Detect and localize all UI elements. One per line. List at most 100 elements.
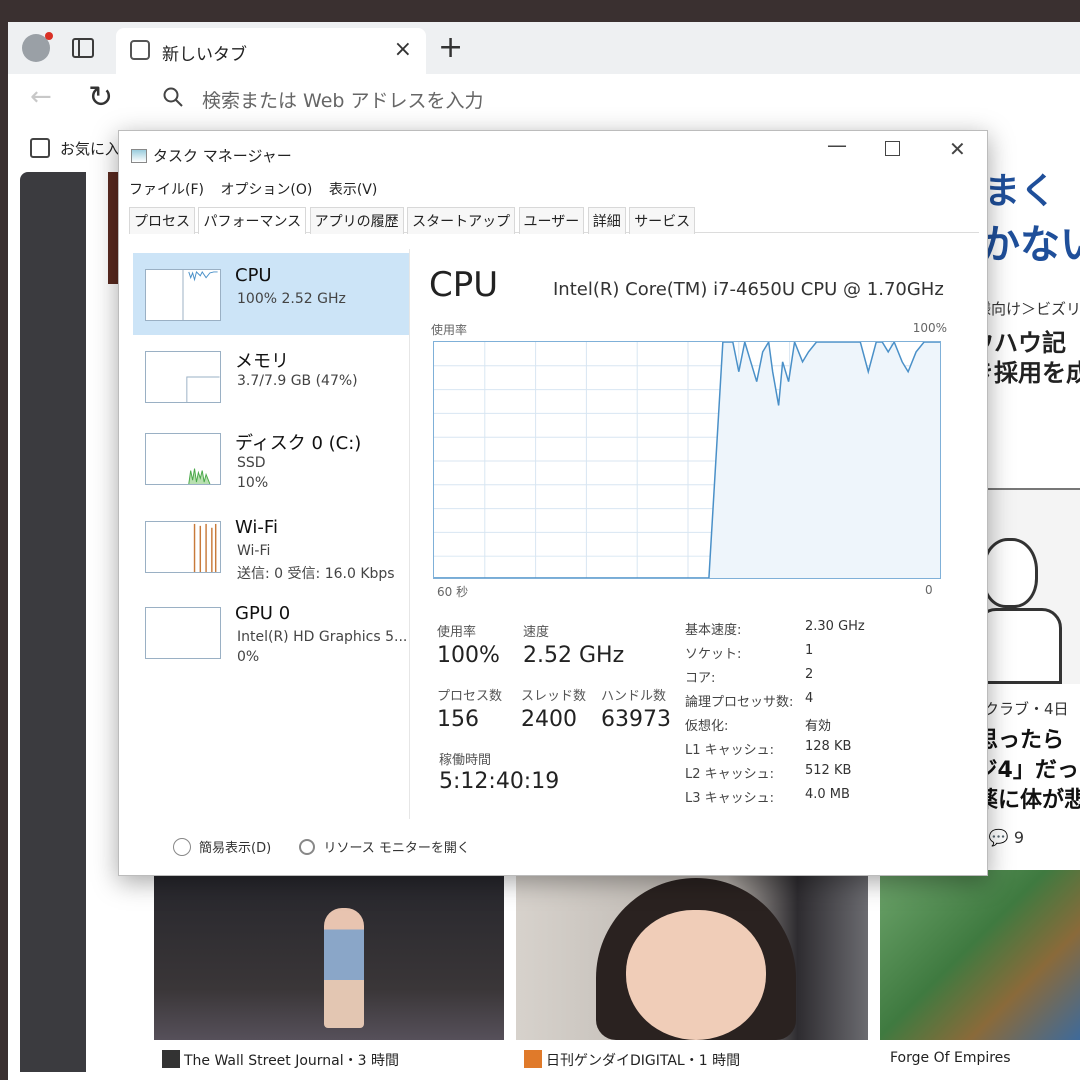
tab-strip: プロセス パフォーマンス アプリの履歴 スタートアップ ユーザー 詳細 サービス bbox=[129, 207, 979, 234]
sidebar-item-detail: SSD bbox=[237, 455, 266, 471]
cpu-model: Intel(R) Core(TM) i7-4650U CPU @ 1.70GHz bbox=[553, 279, 944, 300]
portrait-face bbox=[626, 910, 766, 1040]
tab-details[interactable]: 詳細 bbox=[587, 207, 626, 234]
headline-fragment-1[interactable]: まく bbox=[984, 162, 1056, 214]
usage-label: 使用率 bbox=[437, 625, 477, 640]
window-title: タスク マネージャー bbox=[131, 145, 292, 166]
spec-value: 4 bbox=[805, 691, 814, 706]
task-manager-icon bbox=[131, 149, 147, 163]
new-tab-button[interactable]: + bbox=[438, 30, 463, 65]
gpu-mini-graph bbox=[145, 607, 221, 659]
sidebar-item-name: Wi-Fi bbox=[235, 517, 278, 538]
tab-startup[interactable]: スタートアップ bbox=[407, 207, 516, 234]
news-card-image bbox=[154, 870, 504, 1040]
article-breadcrumb: 様向け＞ビズリ bbox=[976, 300, 1080, 318]
sidebar-divider bbox=[409, 249, 410, 819]
sidebar-item-gpu[interactable]: GPU 0 Intel(R) HD Graphics 5... 0% bbox=[133, 591, 409, 673]
performer-figure bbox=[324, 908, 364, 1028]
sidebar-item-cpu[interactable]: CPU 100% 2.52 GHz bbox=[133, 253, 409, 335]
news-card-source: The Wall Street Journal・3 時間 bbox=[184, 1053, 400, 1069]
search-icon bbox=[163, 87, 183, 107]
spec-key: 仮想化: bbox=[685, 719, 729, 734]
tab-users[interactable]: ユーザー bbox=[518, 207, 585, 234]
spec-key: L3 キャッシュ: bbox=[685, 791, 775, 806]
comic-face bbox=[982, 538, 1038, 608]
process-count-label: プロセス数 bbox=[437, 689, 503, 704]
tab-performance[interactable]: パフォーマンス bbox=[198, 207, 307, 234]
news-card[interactable]: The Wall Street Journal・3 時間 bbox=[154, 870, 504, 1078]
tab-processes[interactable]: プロセス bbox=[129, 207, 195, 234]
sidebar-item-detail: Intel(R) HD Graphics 5... bbox=[237, 629, 408, 645]
news-card-image bbox=[880, 870, 1080, 1040]
sidebar-item-name: CPU bbox=[235, 265, 272, 286]
spec-value: 1 bbox=[805, 643, 814, 658]
back-arrow-icon[interactable]: ← bbox=[30, 82, 52, 112]
graph-label-duration: 60 秒 bbox=[437, 585, 469, 599]
sidebar-item-detail: 3.7/7.9 GB (47%) bbox=[237, 373, 358, 389]
news-card[interactable]: 日刊ゲンダイDIGITAL・1 時間 bbox=[516, 870, 868, 1078]
headline-fragment-2[interactable]: かない bbox=[980, 212, 1080, 270]
sidebar-item-detail: Wi-Fi bbox=[237, 543, 271, 559]
sidebar-item-name: メモリ bbox=[235, 351, 289, 372]
spec-key: コア: bbox=[685, 671, 716, 686]
fewer-details-link[interactable]: 簡易表示(D) bbox=[199, 841, 271, 856]
reload-icon[interactable]: ↻ bbox=[88, 80, 113, 115]
speed-label: 速度 bbox=[523, 625, 550, 640]
disk-mini-graph bbox=[145, 433, 221, 485]
tab-app-history[interactable]: アプリの履歴 bbox=[309, 207, 404, 234]
favorites-label[interactable]: お気に入 bbox=[60, 138, 120, 159]
tab-actions-icon[interactable] bbox=[72, 38, 94, 58]
graph-label-max: 100% bbox=[912, 321, 947, 335]
tab-bar: 新しいタブ × + bbox=[8, 22, 1080, 74]
memory-mini-graph bbox=[145, 351, 221, 403]
nikkan-gendai-logo-icon bbox=[524, 1050, 542, 1068]
tab-new-tab[interactable]: 新しいタブ × bbox=[116, 28, 426, 74]
resource-monitor-link[interactable]: リソース モニターを開く bbox=[323, 841, 469, 856]
menu-options[interactable]: オプション(O) bbox=[220, 182, 312, 198]
sidebar-item-detail: 100% 2.52 GHz bbox=[237, 291, 346, 307]
handle-count-label: ハンドル数 bbox=[601, 689, 667, 704]
chevron-up-icon[interactable] bbox=[173, 838, 191, 856]
sidebar-item-disk[interactable]: ディスク 0 (C:) SSD 10% bbox=[133, 417, 409, 499]
profile-avatar[interactable] bbox=[22, 32, 53, 62]
uptime-label: 稼働時間 bbox=[439, 753, 492, 768]
cpu-utilization-graph bbox=[433, 341, 941, 579]
wifi-mini-graph bbox=[145, 521, 221, 573]
menu-bar: ファイル(F) オプション(O) 表示(V) bbox=[129, 179, 389, 199]
tab-title: 新しいタブ bbox=[162, 45, 247, 65]
cpu-detail-panel: CPU Intel(R) Core(TM) i7-4650U CPU @ 1.7… bbox=[419, 249, 979, 829]
news-card-source: 日刊ゲンダイDIGITAL・1 時間 bbox=[546, 1053, 741, 1069]
spec-value: 4.0 MB bbox=[805, 787, 850, 802]
usage-value: 100% bbox=[437, 643, 500, 668]
favorites-icon[interactable] bbox=[30, 138, 50, 158]
sidebar-item-value: 送信: 0 受信: 16.0 Kbps bbox=[237, 566, 395, 582]
news-card-source: Forge Of Empires bbox=[890, 1050, 1011, 1066]
menu-view[interactable]: 表示(V) bbox=[329, 182, 378, 198]
sidebar-item-memory[interactable]: メモリ 3.7/7.9 GB (47%) bbox=[133, 335, 409, 417]
comic-body bbox=[976, 608, 1062, 684]
spec-key: 論理プロセッサ数: bbox=[685, 695, 794, 710]
maximize-button[interactable] bbox=[885, 137, 900, 161]
window-title-text: タスク マネージャー bbox=[153, 147, 292, 165]
spec-key: 基本速度: bbox=[685, 623, 742, 638]
close-tab-icon[interactable]: × bbox=[394, 37, 412, 62]
tab-services[interactable]: サービス bbox=[629, 207, 696, 234]
graph-label-utilization: 使用率 bbox=[431, 323, 468, 337]
news-card[interactable]: Forge Of Empires bbox=[880, 870, 1080, 1078]
close-button[interactable]: ✕ bbox=[949, 137, 966, 161]
sidebar-item-wifi[interactable]: Wi-Fi Wi-Fi 送信: 0 受信: 16.0 Kbps bbox=[133, 505, 409, 587]
browser-toolbar: ← ↻ 検索または Web アドレスを入力 bbox=[8, 74, 1080, 122]
sidebar-item-value: 0% bbox=[237, 649, 260, 665]
address-bar[interactable]: 検索または Web アドレスを入力 bbox=[202, 86, 484, 113]
thread-count-label: スレッド数 bbox=[521, 689, 587, 704]
spec-value: 有効 bbox=[805, 719, 832, 734]
spec-value: 2 bbox=[805, 667, 814, 682]
resource-monitor-icon bbox=[299, 839, 316, 855]
minimize-button[interactable]: — bbox=[827, 133, 847, 157]
sidebar-item-name: ディスク 0 (C:) bbox=[235, 433, 362, 454]
task-manager-footer: 簡易表示(D) リソース モニターを開く bbox=[173, 837, 470, 856]
menu-file[interactable]: ファイル(F) bbox=[129, 182, 204, 198]
performance-sidebar: CPU 100% 2.52 GHz メモリ 3.7/7.9 GB (47%) デ… bbox=[133, 249, 409, 817]
thread-count-value: 2400 bbox=[521, 707, 577, 732]
spec-value: 512 KB bbox=[805, 763, 852, 778]
